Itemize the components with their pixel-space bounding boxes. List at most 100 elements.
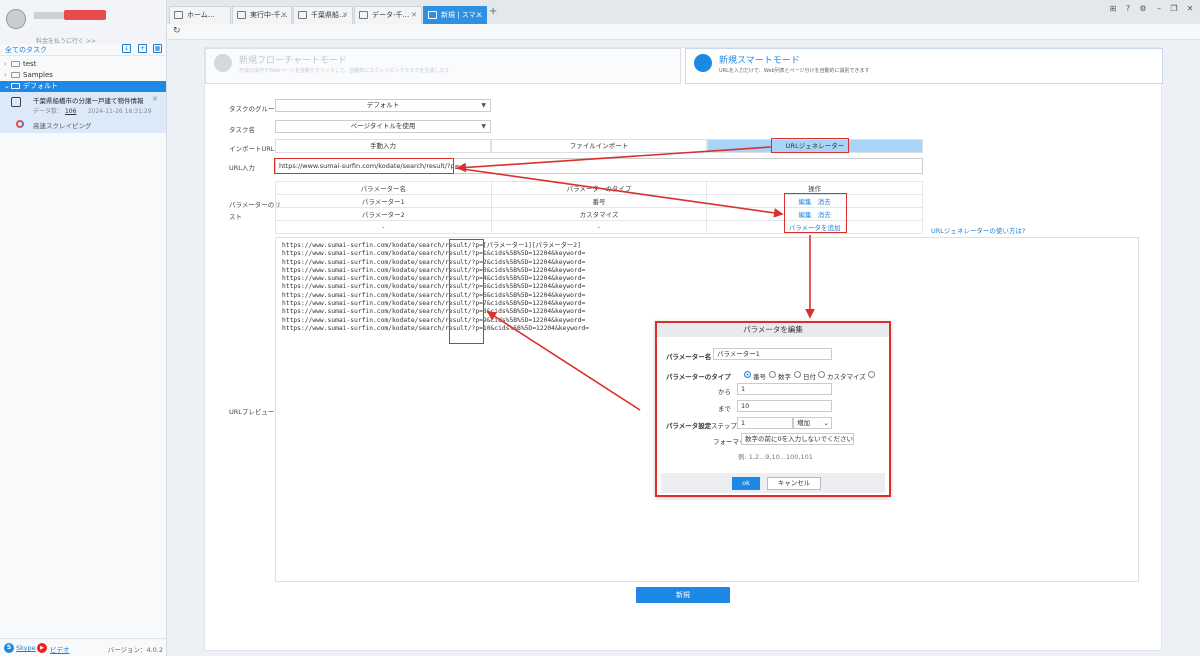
radio-label: 数字: [778, 373, 791, 381]
close-icon[interactable]: ✕: [476, 7, 482, 24]
tree-item-label: Samples: [23, 71, 53, 79]
sidebar-toolbar: 全てのタスク ↓ + ▦: [0, 44, 166, 56]
tab-label: ホーム...: [187, 11, 215, 19]
home-icon: [174, 11, 183, 19]
tree-item-label: デフォルト: [23, 82, 58, 90]
new-file-icon[interactable]: +: [138, 44, 147, 53]
data-count-label: データ数：: [33, 108, 64, 115]
skype-link[interactable]: Skype: [16, 644, 36, 652]
cancel-button[interactable]: キャンセル: [767, 477, 821, 490]
tab-file-import[interactable]: ファイルインポート: [491, 139, 707, 153]
close-icon[interactable]: ✕: [342, 7, 348, 24]
name-select[interactable]: ページタイトルを使用 ▼: [275, 120, 491, 133]
radio-number[interactable]: [744, 371, 751, 378]
task-date: 2024-11-26 16:31:29: [87, 108, 152, 115]
close-window-icon[interactable]: ✕: [1185, 4, 1195, 13]
delete-link[interactable]: 消去: [818, 198, 831, 206]
radio-digit[interactable]: [769, 371, 776, 378]
speed-icon: [16, 120, 24, 128]
close-icon[interactable]: ✕: [411, 7, 417, 24]
tab-running[interactable]: 実行中-千... ✕: [232, 6, 292, 24]
chevron-right-icon: ›: [4, 60, 7, 68]
flowchart-mode-card[interactable]: 新規フローチャートモード 作成の操作でWebページを自動でクリックして、自動的に…: [205, 48, 681, 84]
tab-task[interactable]: 千葉県船... ✕: [293, 6, 353, 24]
radio-custom[interactable]: [818, 371, 825, 378]
table-row: パラメーター2 カスタマイズ 編集 消去: [275, 207, 923, 221]
close-icon[interactable]: ✕: [281, 7, 287, 24]
tree-item-samples[interactable]: › Samples: [0, 70, 166, 81]
step-mode-select[interactable]: 増加 ⌄: [793, 417, 832, 429]
page-icon: [359, 11, 368, 19]
data-count[interactable]: 106: [65, 108, 76, 115]
chevron-right-icon: ›: [4, 71, 7, 79]
flowchart-icon: [214, 54, 232, 72]
add-tab-icon[interactable]: +: [489, 6, 497, 17]
smart-mode-card[interactable]: 新規スマートモード URLを入力だけで、Web列表とページ分けを自動的に識別でき…: [685, 48, 1163, 84]
preview-line: https://www.sumai-surfin.com/kodate/sear…: [282, 324, 590, 332]
refresh-icon[interactable]: ↻: [173, 26, 181, 36]
param-type-label: パラメーターのタイプ: [666, 373, 731, 381]
video-link[interactable]: ビデオ: [50, 644, 70, 654]
mode-title: 新規フローチャートモード: [239, 56, 347, 66]
create-button[interactable]: 新規: [636, 587, 730, 603]
url-preview-list: https://www.sumai-surfin.com/kodate/sear…: [282, 242, 589, 333]
radio-date[interactable]: [794, 371, 801, 378]
import-icon[interactable]: ↓: [122, 44, 131, 53]
task-card[interactable]: 千葉県船橋市の分譲一戸建て物件情報（賃... ✕ データ数： 106 2024-…: [0, 92, 166, 133]
param-name: パラメーター1: [275, 194, 492, 208]
tab-home[interactable]: ホーム...: [169, 6, 231, 24]
folder-icon: [11, 61, 20, 67]
grid-icon[interactable]: ▦: [153, 44, 162, 53]
params-label: パラメーターのリ: [229, 201, 281, 209]
to-input[interactable]: 10: [737, 400, 832, 412]
param-table: パラメーター名 パラメーターのタイプ 操作 パラメーター1 番号 編集 消去 パ…: [275, 181, 923, 234]
tree-item-label: test: [23, 60, 37, 68]
layout-icon[interactable]: ⊞: [1108, 4, 1118, 13]
edit-link[interactable]: 編集: [799, 198, 812, 206]
tab-manual-input[interactable]: 手動入力: [275, 139, 491, 153]
param-type: カスタマイズ: [490, 207, 708, 221]
help-icon[interactable]: ?: [1123, 4, 1133, 13]
radio-extra[interactable]: [868, 371, 875, 378]
delete-link[interactable]: 消去: [818, 211, 831, 219]
video-icon[interactable]: ▶: [37, 643, 47, 653]
restore-icon[interactable]: ❐: [1169, 4, 1179, 13]
param-setting-label: パラメータ設定: [666, 422, 712, 430]
all-tasks-label[interactable]: 全てのタスク: [5, 45, 47, 55]
minimize-icon[interactable]: –: [1154, 4, 1164, 13]
param-name-input[interactable]: パラメーター1: [713, 348, 832, 360]
username-redacted: [34, 12, 64, 19]
ok-button[interactable]: ok: [732, 477, 760, 490]
add-param-link[interactable]: パラメータを追加: [789, 224, 841, 232]
help-link[interactable]: URLジェネレーターの使い方は?: [931, 225, 1025, 235]
step-label: ステップ: [711, 422, 737, 430]
step-input[interactable]: 1: [737, 417, 793, 429]
tab-new-smart[interactable]: 新規 | スマ... ✕: [423, 6, 487, 24]
empty-cell: -: [275, 220, 492, 234]
dropdown-arrow-icon: ▼: [481, 102, 486, 109]
main-content: 新規フローチャートモード 作成の操作でWebページを自動でクリックして、自動的に…: [167, 40, 1200, 656]
group-select[interactable]: デフォルト ▼: [275, 99, 491, 112]
task-mode: 高速スクレイピング: [33, 122, 92, 130]
chevron-down-icon: ⌄: [823, 419, 829, 427]
preview-line: https://www.sumai-surfin.com/kodate/sear…: [282, 316, 586, 324]
from-input[interactable]: 1: [737, 383, 832, 395]
preview-line: https://www.sumai-surfin.com/kodate/sear…: [282, 258, 586, 266]
tree-item-default[interactable]: ⌄ デフォルト: [0, 81, 166, 92]
preview-label: URLプレビュー: [229, 408, 275, 416]
settings-icon[interactable]: ⚙: [1138, 4, 1148, 13]
skype-icon[interactable]: S: [4, 643, 14, 653]
mode-title: 新規スマートモード: [719, 56, 800, 66]
close-icon[interactable]: ✕: [152, 95, 158, 103]
url-input[interactable]: https://www.sumai-surfin.com/kodate/sear…: [275, 158, 923, 174]
tab-url-generator[interactable]: URLジェネレーター: [707, 139, 923, 153]
edit-link[interactable]: 編集: [799, 211, 812, 219]
preview-line: https://www.sumai-surfin.com/kodate/sear…: [282, 275, 586, 283]
format-select[interactable]: 数字の前に0を入力しないでください: [741, 433, 854, 445]
folder-icon: [11, 72, 20, 78]
to-label: まで: [718, 405, 731, 413]
preview-line: https://www.sumai-surfin.com/kodate/sear…: [282, 266, 586, 274]
avatar[interactable]: [6, 9, 26, 29]
tab-data[interactable]: データ-千... ✕: [354, 6, 422, 24]
tree-item-test[interactable]: › test: [0, 59, 166, 70]
